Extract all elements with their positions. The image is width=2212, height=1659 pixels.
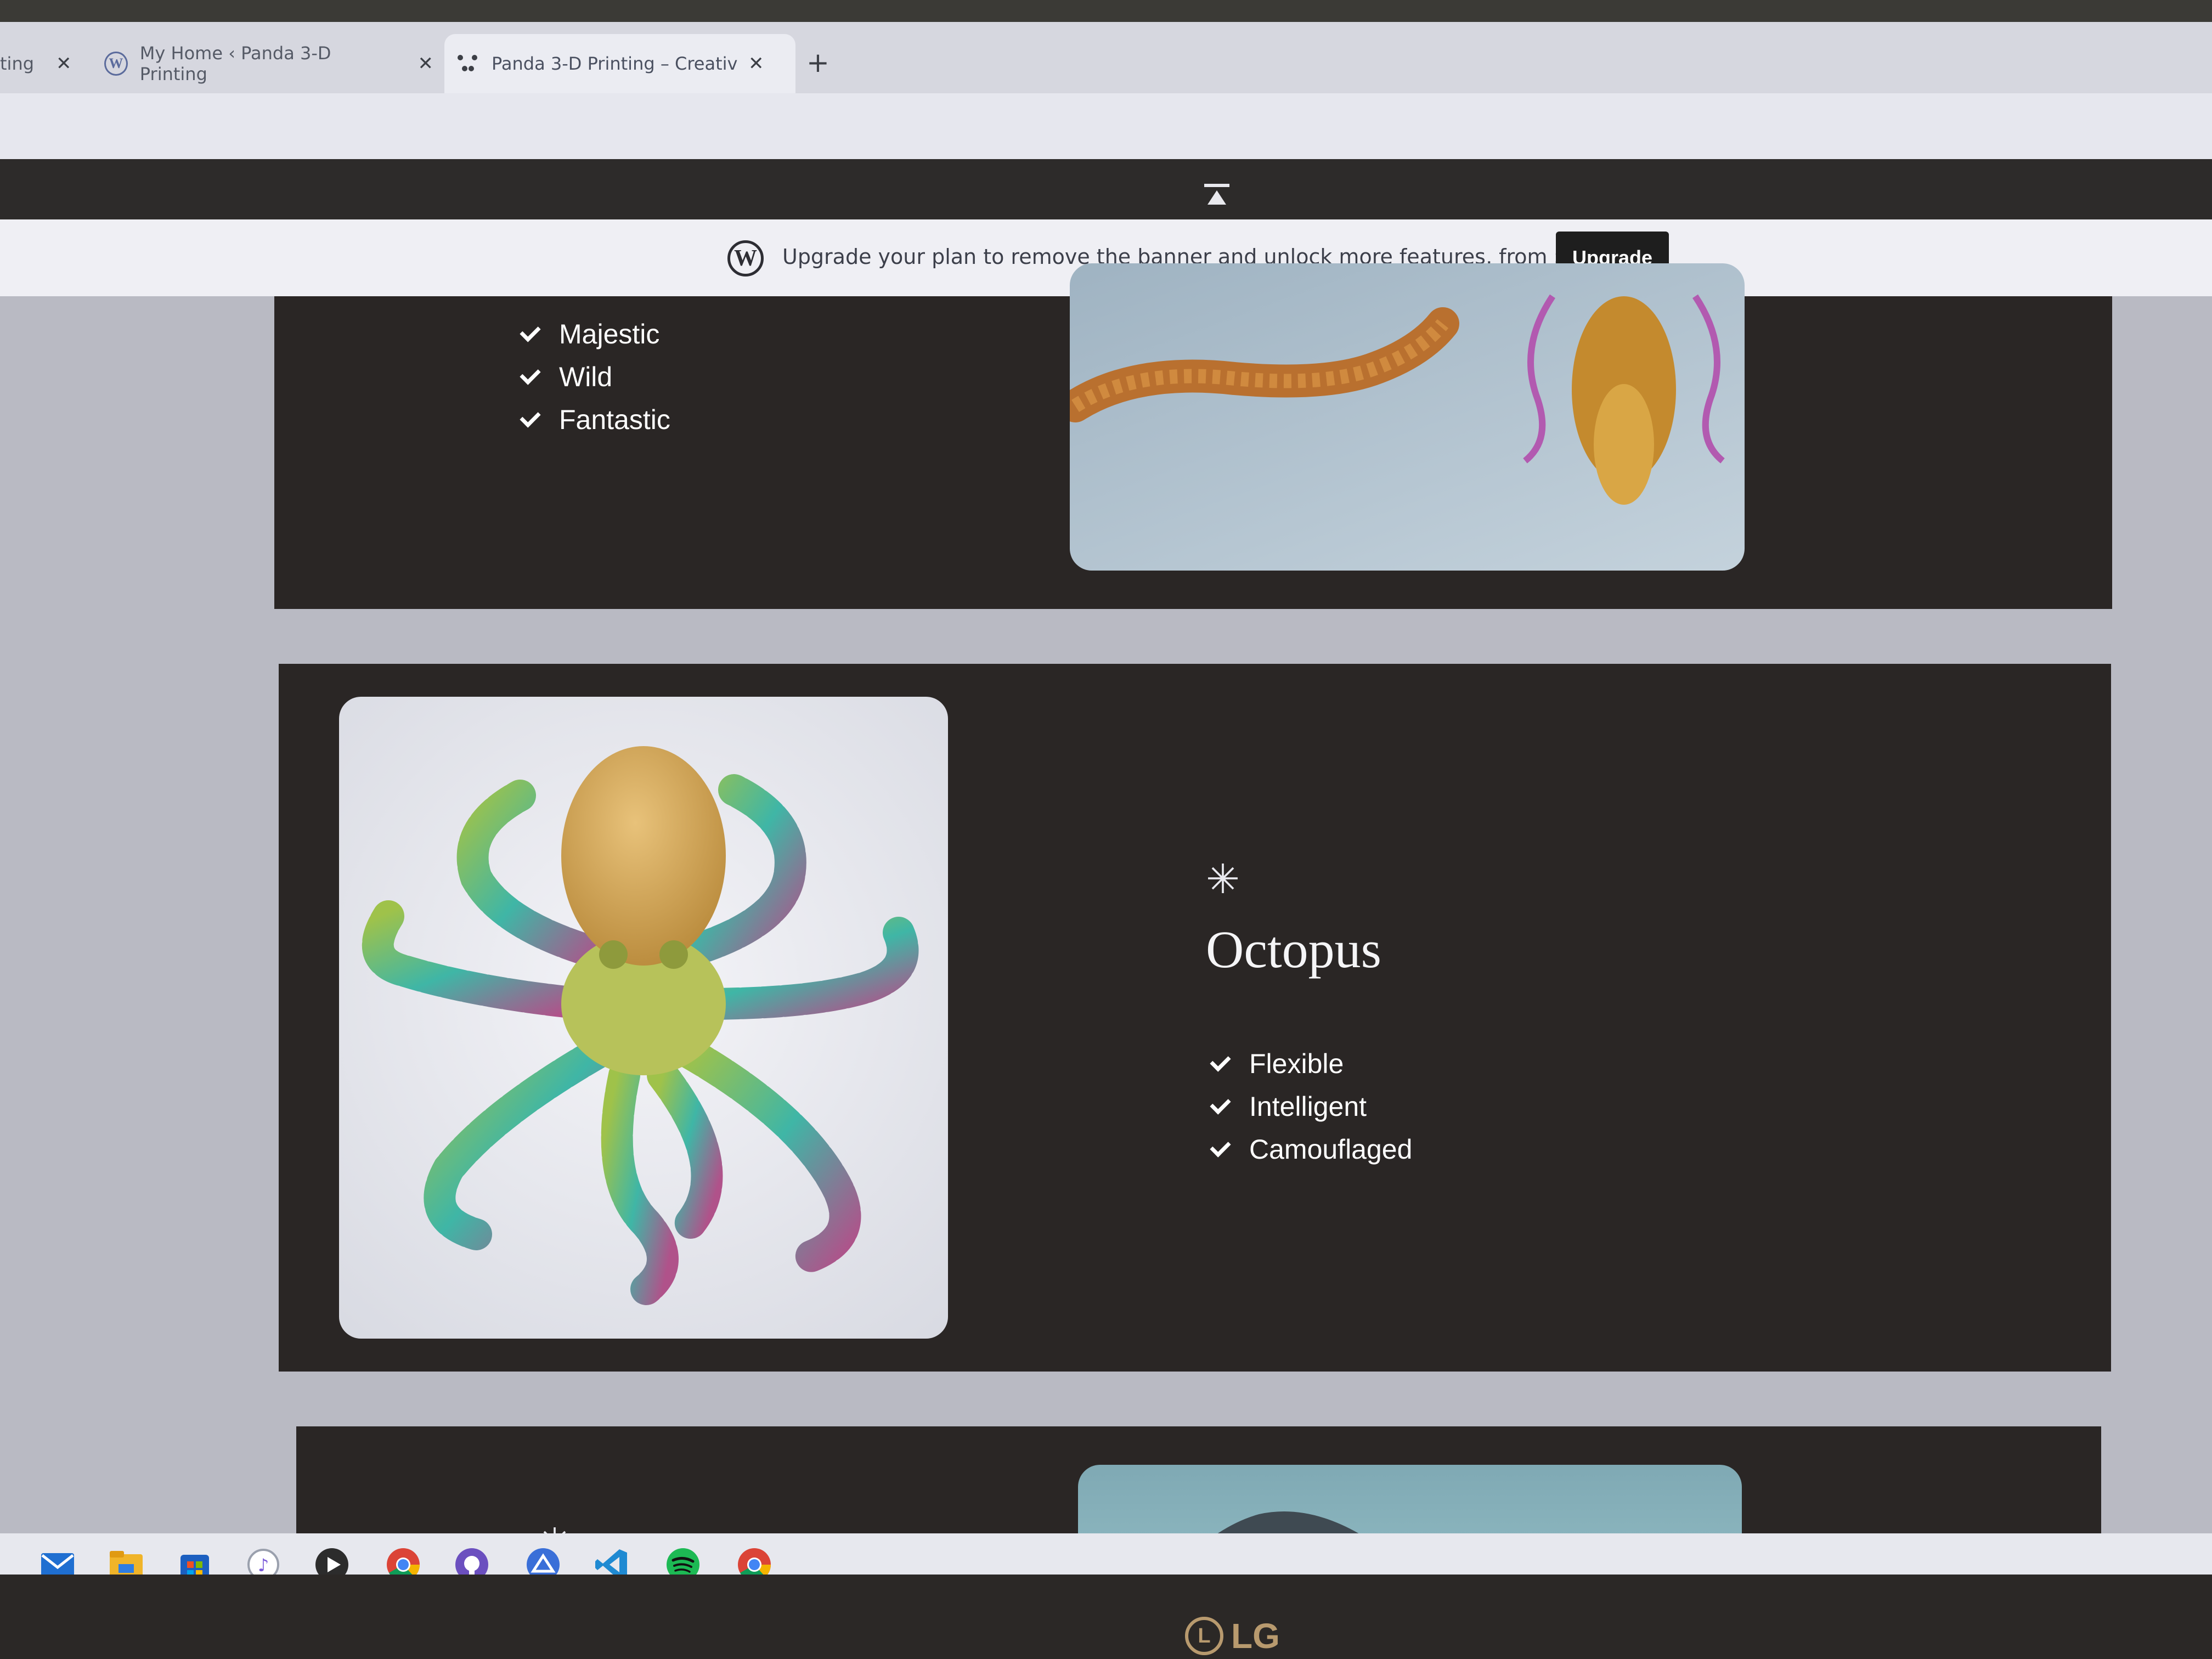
close-icon[interactable]: ✕: [56, 53, 72, 75]
media-player-icon[interactable]: [313, 1545, 351, 1575]
octopus-figure: [362, 746, 919, 1305]
feature-item: Wild: [520, 356, 670, 398]
taskbar: ♪: [0, 1533, 2212, 1575]
feature-item: Fantastic: [520, 398, 670, 441]
browser-tab-strip: ting ✕ W My Home ‹ Panda 3-D Printing ✕ …: [0, 22, 2212, 93]
monitor-bezel-bottom: [0, 1575, 2212, 1659]
dragon-feature-list: Majestic Wild Fantastic: [520, 313, 670, 441]
tab-label: My Home ‹ Panda 3-D Printing: [139, 43, 331, 84]
monitor-bezel-top: [0, 0, 2212, 22]
spotify-icon[interactable]: [664, 1545, 702, 1575]
check-icon: [1210, 1136, 1231, 1158]
itunes-icon[interactable]: ♪: [244, 1545, 283, 1575]
chrome-icon[interactable]: [735, 1545, 774, 1575]
app-icon[interactable]: [524, 1545, 562, 1575]
vscode-icon[interactable]: [592, 1545, 631, 1575]
file-explorer-icon[interactable]: [107, 1545, 145, 1575]
screen: ting ✕ W My Home ‹ Panda 3-D Printing ✕ …: [0, 22, 2212, 1575]
dragon-card: Majestic Wild Fantastic: [274, 263, 2112, 609]
close-icon[interactable]: ✕: [748, 53, 764, 75]
feature-item: Intelligent: [1210, 1085, 1412, 1128]
octopus-image: [339, 697, 948, 1339]
store-icon[interactable]: [176, 1545, 214, 1575]
wordpress-icon: W: [104, 52, 128, 76]
check-icon: [1210, 1050, 1231, 1072]
tab-panda-creative[interactable]: Panda 3-D Printing – Creative D ✕: [444, 34, 795, 93]
check-icon: [520, 406, 541, 428]
panda-favicon-icon: [455, 52, 479, 76]
check-icon: [1210, 1093, 1231, 1115]
tab-label: Panda 3-D Printing – Creative D: [492, 53, 738, 74]
tab-my-home[interactable]: W My Home ‹ Panda 3-D Printing ✕: [104, 34, 433, 93]
tab-label: ting: [0, 53, 35, 74]
browser-toolbar: [0, 93, 2212, 159]
chrome-icon[interactable]: [384, 1545, 422, 1575]
tab-partial[interactable]: ting ✕: [0, 34, 88, 93]
asterisk-icon: ✳: [1206, 856, 1240, 903]
lg-logo-icon: L: [1185, 1617, 1223, 1655]
check-icon: [520, 320, 541, 342]
close-icon[interactable]: ✕: [418, 53, 434, 75]
admin-bar: [0, 159, 2212, 219]
svg-text:♪: ♪: [258, 1555, 269, 1575]
section-title: Octopus: [1206, 920, 1381, 979]
page-content: Majestic Wild Fantastic ✳ Octopus Flexib…: [0, 263, 2212, 1575]
mail-icon[interactable]: [38, 1545, 77, 1575]
feature-item: Majestic: [520, 313, 670, 356]
new-tab-button[interactable]: +: [806, 47, 830, 78]
dragon-image: [1070, 263, 1745, 571]
lg-brand-text: LG: [1231, 1616, 1280, 1656]
lg-logo: L LG: [1185, 1616, 1280, 1656]
github-icon[interactable]: [453, 1545, 491, 1575]
check-icon: [520, 363, 541, 385]
octopus-feature-list: Flexible Intelligent Camouflaged: [1210, 1042, 1412, 1171]
feature-item: Camouflaged: [1210, 1128, 1412, 1171]
wordpress-logo-icon: W: [727, 240, 764, 276]
dragon-figure: [1070, 294, 1725, 505]
octopus-card: ✳ Octopus Flexible Intelligent Camouflag…: [279, 664, 2111, 1372]
collapse-up-icon[interactable]: [1204, 184, 1229, 209]
feature-item: Flexible: [1210, 1042, 1412, 1085]
